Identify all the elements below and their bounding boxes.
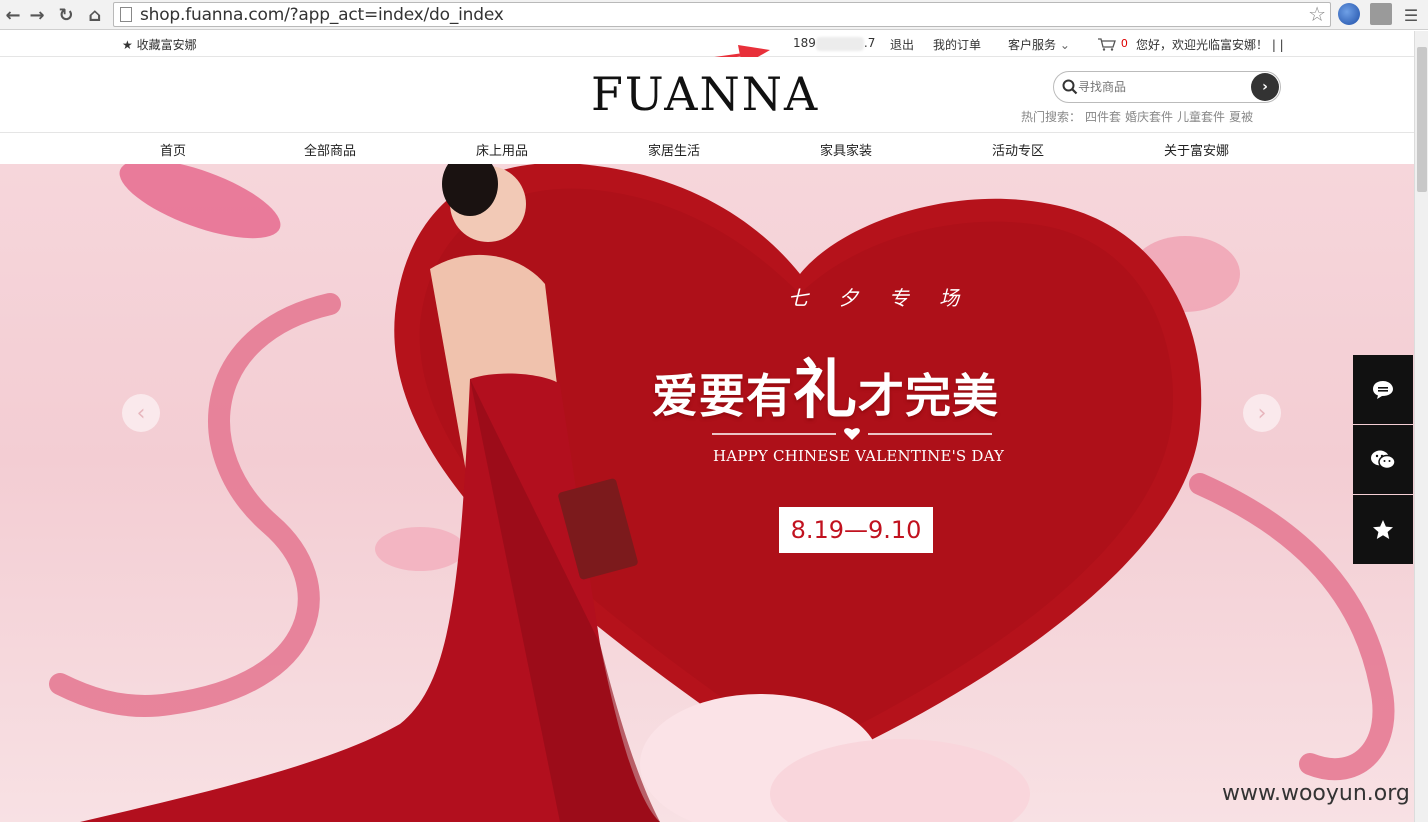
chevron-down-icon: ⌄ [1059, 38, 1070, 52]
cart-icon [1098, 37, 1116, 51]
banner-title: 爱要有礼才完美 [652, 339, 999, 431]
url-text[interactable]: shop.fuanna.com/?app_act=index/do_index [140, 4, 504, 26]
star-icon [1373, 519, 1393, 539]
search-submit-button[interactable]: › [1251, 73, 1279, 101]
forward-arrow-icon[interactable]: → [26, 4, 48, 26]
customer-service-label: 客户服务 [1008, 38, 1057, 52]
site-header: FUANNA › 热门搜索：四件套婚庆套件儿童套件夏被 [0, 57, 1414, 133]
home-icon[interactable]: ⌂ [84, 4, 106, 26]
banner-english-text: HAPPY CHINESE VALENTINE'S DAY [713, 447, 1005, 465]
browser-toolbar: ← → ↻ ⌂ shop.fuanna.com/?app_act=index/d… [0, 0, 1428, 30]
my-orders-link[interactable]: 我的订单 [933, 36, 981, 53]
user-phone[interactable]: 189.7 [793, 36, 875, 51]
search-box: › [1053, 71, 1281, 103]
cart-count: 0 [1120, 37, 1128, 50]
favorite-link[interactable]: ★ 收藏富安娜 [122, 36, 197, 53]
logout-link[interactable]: 退出 [890, 36, 914, 53]
nav-item-home-living[interactable]: 家居生活 [648, 140, 700, 159]
chat-bubble-icon [1373, 380, 1393, 399]
reload-icon[interactable]: ↻ [55, 4, 77, 26]
top-utility-bar: ★ 收藏富安娜 189.7 退出 我的订单 客户服务 ⌄ 0 您好，欢迎光临富安… [0, 31, 1414, 57]
banner-date-range: 8.19—9.10 [779, 507, 933, 553]
hot-search: 热门搜索： 四件套 婚庆套件 儿童套件 夏被 [1021, 108, 1253, 125]
nav-item-all-products[interactable]: 全部商品 [304, 140, 356, 159]
banner-title-big: 礼 [793, 353, 858, 428]
watermark-text: www.wooyun.org [1222, 781, 1410, 806]
favorite-label: 收藏富安娜 [136, 38, 197, 52]
phone-prefix: 189 [793, 36, 816, 50]
hero-banner[interactable]: 七 夕 专 场 爱要有礼才完美 HAPPY CHINESE VALENTINE'… [0, 164, 1414, 822]
hot-term-link[interactable]: 儿童套件 [1177, 110, 1225, 124]
hot-search-label: 热门搜索： [1021, 110, 1082, 124]
phone-suffix: .7 [863, 36, 876, 50]
globe-icon[interactable] [1338, 3, 1360, 25]
page-scrollbar[interactable] [1414, 31, 1428, 822]
scroll-thumb[interactable] [1417, 47, 1427, 192]
carousel-next-button[interactable]: › [1243, 394, 1281, 432]
extension-icon[interactable] [1370, 3, 1392, 25]
back-arrow-icon[interactable]: ← [2, 4, 24, 26]
hot-term-link[interactable]: 四件套 [1085, 110, 1121, 124]
banner-divider [712, 428, 992, 440]
menu-icon[interactable]: ☰ [1400, 4, 1422, 26]
wechat-icon [1371, 450, 1396, 469]
hot-term-link[interactable]: 婚庆套件 [1125, 110, 1173, 124]
nav-item-furniture[interactable]: 家具家装 [820, 140, 872, 159]
nav-item-home[interactable]: 首页 [160, 140, 186, 159]
search-input[interactable] [1078, 78, 1248, 96]
wechat-button[interactable] [1353, 425, 1413, 494]
cart-link[interactable]: 0 [1097, 36, 1128, 51]
nav-item-about[interactable]: 关于富安娜 [1164, 140, 1229, 159]
heart-icon [844, 428, 860, 440]
banner-artwork [49, 164, 1395, 822]
main-nav: 首页 全部商品 床上用品 家居生活 家具家装 活动专区 关于富安娜 [0, 133, 1414, 164]
carousel-prev-button[interactable]: ‹ [122, 394, 160, 432]
masked-phone [815, 36, 864, 51]
welcome-text: 您好，欢迎光临富安娜！ | | [1136, 38, 1284, 52]
chat-button[interactable] [1353, 355, 1413, 424]
banner-title-part1: 爱要有 [652, 369, 793, 423]
banner-title-part2: 才完美 [858, 369, 999, 423]
favorite-star-button[interactable] [1353, 495, 1413, 564]
customer-service-dropdown[interactable]: 客户服务 ⌄ [1008, 36, 1070, 53]
banner-subtitle: 七 夕 专 场 [788, 286, 972, 310]
nav-item-promotions[interactable]: 活动专区 [992, 140, 1044, 159]
search-icon [1062, 79, 1078, 95]
side-float-bar [1353, 355, 1413, 565]
page-icon [120, 7, 132, 22]
address-bar[interactable]: shop.fuanna.com/?app_act=index/do_index … [113, 2, 1331, 27]
nav-item-bedding[interactable]: 床上用品 [476, 140, 528, 159]
hot-term-link[interactable]: 夏被 [1229, 110, 1253, 124]
bookmark-star-icon[interactable]: ☆ [1308, 2, 1326, 26]
fuanna-logo[interactable]: FUANNA [591, 67, 819, 121]
